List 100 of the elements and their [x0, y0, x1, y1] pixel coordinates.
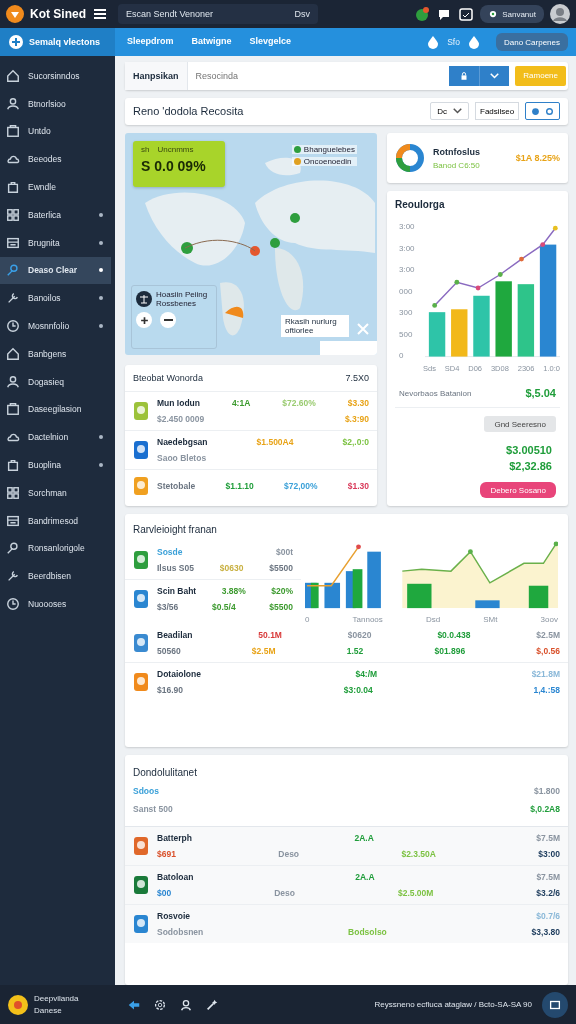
user-icon — [6, 374, 20, 389]
calendar-icon[interactable] — [458, 6, 475, 22]
user-icon[interactable] — [179, 997, 193, 1012]
secondary-button[interactable]: Gnd Seeresno — [484, 416, 556, 433]
period-dropdown[interactable]: Dc — [430, 102, 469, 121]
search-field[interactable]: Escan Sendt Venoner Dsv — [118, 4, 318, 24]
sidebar-item[interactable]: Banoilos — [0, 284, 111, 313]
folder-icon — [6, 402, 20, 417]
sidebar-item[interactable]: Dogasieq — [0, 367, 111, 396]
sidebar-item[interactable]: Ronsanlorigole — [0, 534, 111, 563]
value-text: 1,4.:58 — [533, 685, 560, 696]
value-text: $691 — [157, 849, 176, 859]
sidebar-item[interactable]: Beerdbisen — [0, 562, 111, 591]
value-text: Mun Iodun — [157, 398, 200, 409]
sidebar-item[interactable]: Mosnnfolio — [0, 312, 111, 340]
sidebar-item[interactable]: Buoplina — [0, 451, 111, 479]
chart-bar — [450, 309, 468, 357]
sidebar-item[interactable]: Brugnita — [0, 228, 111, 257]
sidebar-item[interactable]: Deaso Clear — [0, 256, 111, 285]
search-text: Escan Sendt Venoner — [126, 9, 214, 19]
value-text: $5500 — [269, 563, 293, 574]
avatar-icon[interactable] — [8, 994, 28, 1015]
user-icon — [6, 96, 20, 111]
app-icon — [133, 589, 149, 610]
card-value: $1A 8.25% — [515, 153, 560, 164]
sidebar-item[interactable]: Ewndle — [0, 173, 111, 201]
action-button[interactable]: Dano Carpenes — [495, 33, 568, 51]
value-text: 3.88% — [221, 586, 246, 597]
value-text: $3:00 — [538, 849, 560, 859]
zoom-in-button[interactable] — [136, 312, 152, 329]
gear-icon[interactable] — [153, 997, 167, 1012]
dropdown-button[interactable] — [479, 65, 510, 86]
value-text: $1.500A4 — [256, 437, 294, 448]
view-toggle-option[interactable] — [531, 106, 540, 116]
submit-button[interactable]: Debero Sosano — [480, 482, 556, 499]
chevron-down-icon — [453, 108, 462, 115]
value-text: 2A.A — [355, 872, 375, 882]
clock-icon — [6, 319, 20, 334]
sidebar-item[interactable]: Beeodes — [0, 145, 111, 174]
view-toggle-option[interactable] — [545, 106, 554, 116]
sidebar-item[interactable]: Sucorsinndos — [0, 62, 111, 90]
value-text: Batterph — [157, 833, 192, 843]
wand-icon[interactable] — [205, 997, 219, 1012]
axis-label: Dsd — [425, 615, 441, 625]
axis-label: 000 — [399, 286, 414, 296]
value-text: $3.30 — [347, 398, 369, 409]
app-name: Kot Sined — [30, 7, 86, 21]
lock-button[interactable] — [449, 65, 480, 86]
filter-bar[interactable]: Hanpsikan Resocinda Ramoene — [125, 62, 568, 90]
avatar-icon[interactable] — [550, 4, 570, 24]
value-text: $0.7/6 — [536, 911, 560, 921]
kpi-label: Uncnmms — [157, 145, 194, 155]
chart-bar — [475, 600, 500, 609]
axis-label: 3:00 — [399, 243, 416, 253]
value-text: $72.60% — [282, 398, 316, 409]
search-input[interactable]: Resocinda — [187, 62, 444, 90]
chat-button[interactable] — [542, 991, 568, 1018]
value-text: Bodsolso — [348, 927, 387, 937]
ring-icon — [545, 106, 554, 116]
workspace-selector[interactable]: Semalq vlectons — [0, 28, 115, 56]
axis-label: 500 — [399, 329, 414, 339]
value-text: 50.1M — [258, 630, 282, 641]
sidebar-item[interactable]: Sorchman — [0, 478, 111, 507]
value-text: $1.800 — [534, 786, 560, 796]
card-title: Dondolulitanet — [133, 767, 198, 778]
value-text: $2.5M — [536, 630, 560, 641]
filter-field[interactable]: Fadsilseo — [475, 102, 519, 121]
sidebar-item[interactable]: Baterlica — [0, 201, 111, 229]
value-text: Sanst 500 — [133, 804, 173, 814]
app-icon — [133, 836, 149, 856]
sidebar-item[interactable]: Untdo — [0, 117, 111, 146]
value-text: $.3:90 — [344, 414, 369, 425]
app-icon — [133, 914, 149, 934]
app-icon — [133, 550, 149, 571]
axis-label: 0 — [399, 351, 405, 361]
sidebar-item[interactable]: Banbgens — [0, 339, 111, 368]
total-value: 7.5X0 — [345, 373, 369, 384]
card-title: Rotnfoslus — [433, 146, 481, 157]
sidebar-item[interactable]: Dactelnion — [0, 423, 111, 452]
minus-icon — [163, 319, 173, 322]
value-text: Deso — [278, 849, 300, 859]
value-text: Stetobale — [157, 481, 196, 492]
data-point — [454, 280, 460, 285]
value-text: $0.0.438 — [437, 630, 471, 641]
sidebar-item[interactable]: Nuoooses — [0, 590, 111, 618]
zoom-out-button[interactable] — [160, 312, 176, 329]
plus-icon — [139, 315, 149, 325]
value-text: $2,.0:0 — [342, 437, 369, 448]
data-point — [552, 226, 558, 231]
data-point — [356, 544, 361, 550]
user-name: Deepvilanda — [34, 994, 79, 1003]
axis-label: 300 — [399, 308, 414, 318]
sidebar-item[interactable]: Daseegilasion — [0, 395, 111, 424]
value-text: $00t — [276, 547, 293, 558]
account-button[interactable]: Sanvanut — [480, 5, 544, 23]
sidebar-item[interactable]: Btnorlsioo — [0, 89, 111, 118]
value-text: $4:/M — [355, 669, 378, 680]
data-point — [432, 303, 437, 309]
value-text: $,0.2A8 — [530, 804, 560, 814]
sidebar-item[interactable]: Bandrimesod — [0, 506, 111, 535]
